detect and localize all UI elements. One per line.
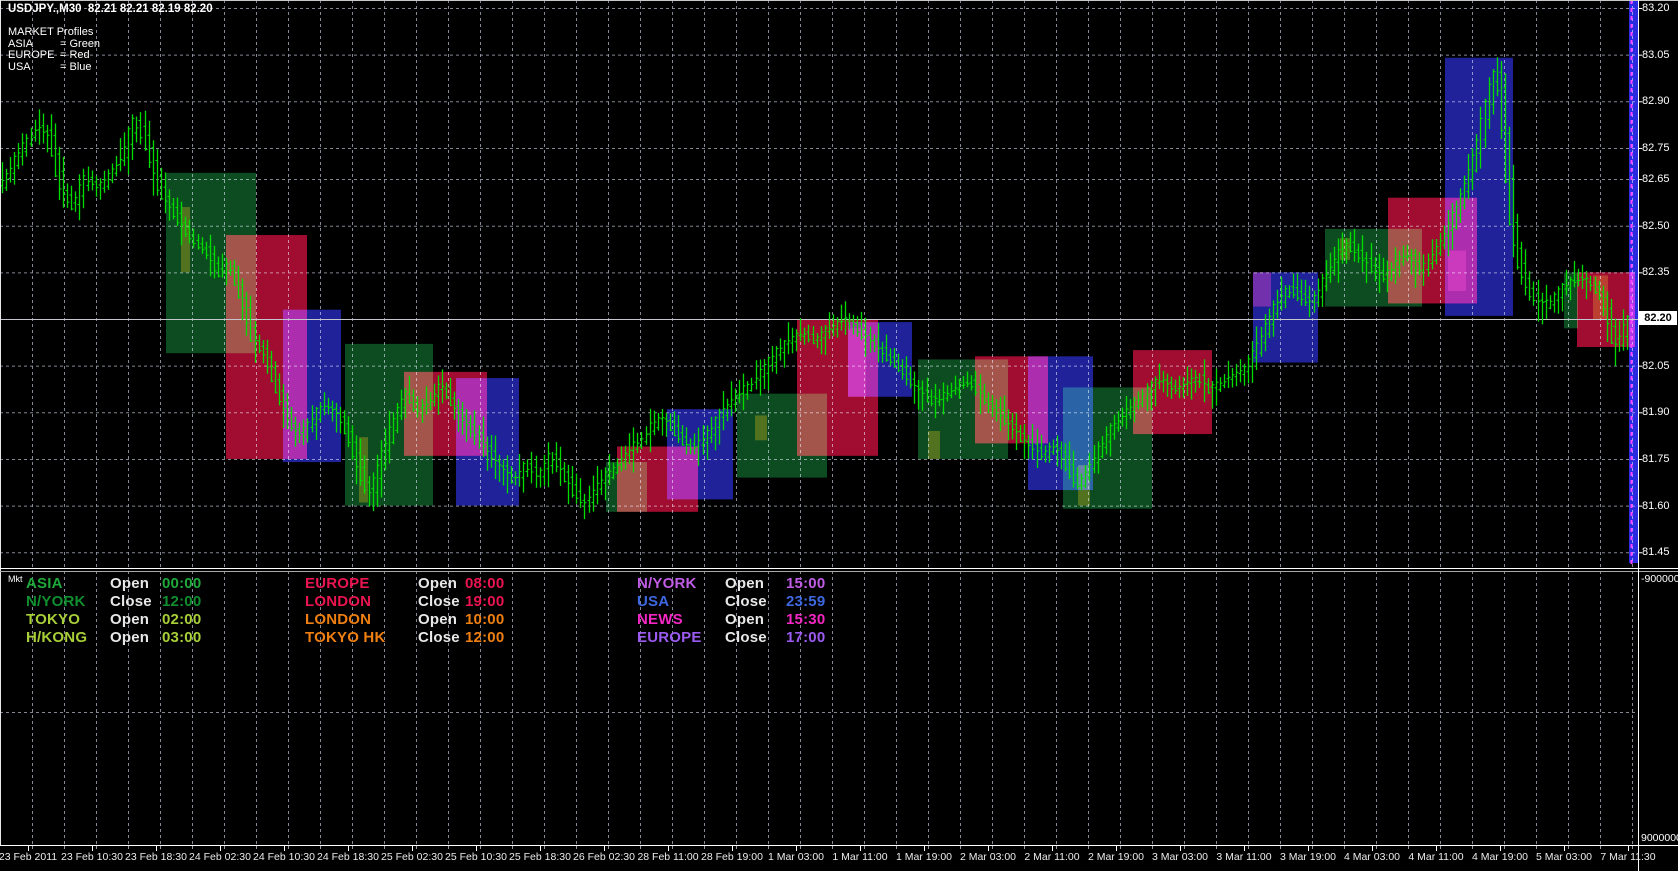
session-box-usa-current <box>1629 0 1638 563</box>
mt4-chart-window: USDJPY.,M30 82.21 82.21 82.19 82.20 MARK… <box>0 0 1678 871</box>
session-box-tokyo <box>928 431 940 459</box>
session-box-tokyo <box>1340 238 1350 260</box>
session-box-tokyo <box>755 415 767 440</box>
session-box-news <box>1253 272 1271 306</box>
session-box-europe <box>1133 350 1212 434</box>
session-box-news <box>848 328 866 396</box>
session-box-news <box>1448 251 1466 291</box>
chart-plot[interactable] <box>0 0 1678 871</box>
session-box-usa <box>283 310 341 462</box>
